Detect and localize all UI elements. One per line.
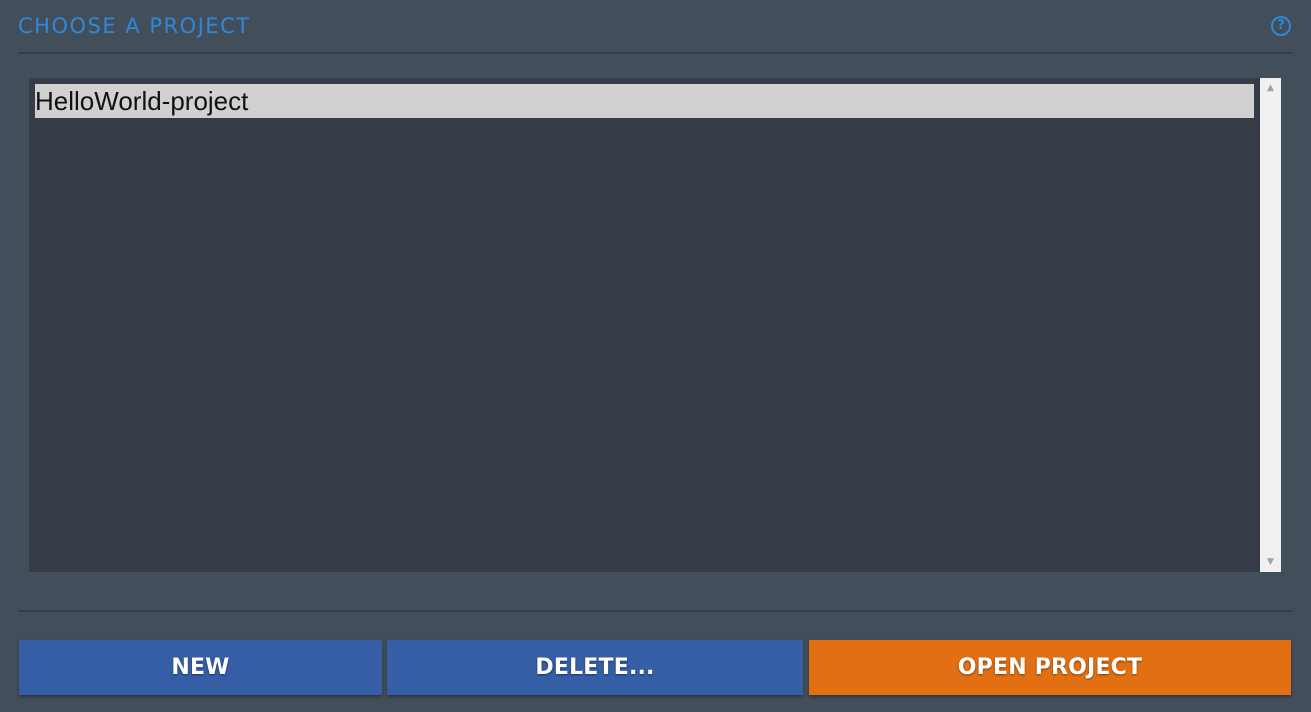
dialog-header: CHOOSE A PROJECT ? bbox=[18, 0, 1293, 54]
project-list-items: HelloWorld-project bbox=[35, 84, 1254, 118]
choose-project-dialog: CHOOSE A PROJECT ? HelloWorld-project ▲ … bbox=[0, 0, 1311, 712]
vertical-scrollbar[interactable]: ▲ ▼ bbox=[1260, 78, 1281, 572]
scroll-up-arrow-icon[interactable]: ▲ bbox=[1260, 78, 1281, 98]
project-list[interactable]: HelloWorld-project ▲ ▼ bbox=[29, 78, 1281, 572]
help-icon[interactable]: ? bbox=[1271, 16, 1291, 36]
list-item-label: HelloWorld-project bbox=[35, 86, 249, 116]
delete-button[interactable]: DELETE... bbox=[387, 640, 803, 695]
new-button[interactable]: NEW bbox=[19, 640, 382, 695]
dialog-title: CHOOSE A PROJECT bbox=[18, 14, 251, 38]
footer-divider bbox=[18, 610, 1293, 612]
scroll-down-arrow-icon[interactable]: ▼ bbox=[1260, 552, 1281, 572]
open-project-button[interactable]: OPEN PROJECT bbox=[809, 640, 1291, 695]
list-item-selected[interactable]: HelloWorld-project bbox=[35, 84, 1254, 118]
